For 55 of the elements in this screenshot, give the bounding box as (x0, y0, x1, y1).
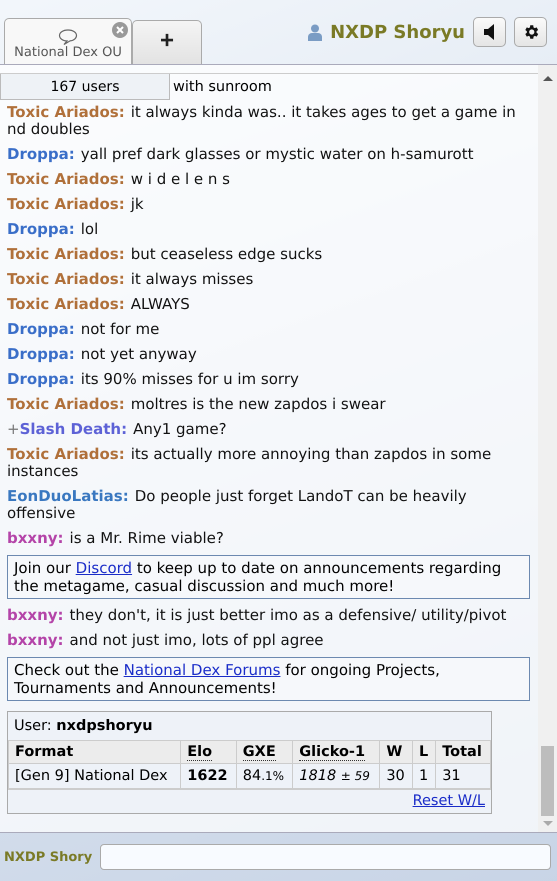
scrollbar-thumb[interactable] (541, 746, 554, 816)
column-header: W (380, 740, 413, 764)
scroll-down-icon[interactable] (542, 820, 552, 828)
chat-message: Toxic Ariados: it always kinda was.. it takes ages to get a game in nd doubles (7, 102, 517, 140)
close-icon[interactable] (112, 22, 128, 38)
column-header: Format (8, 740, 181, 764)
username[interactable]: NXDP Shoryu (330, 22, 465, 42)
message-input[interactable] (100, 844, 551, 870)
link[interactable]: Discord (76, 559, 132, 577)
table-cell: 1 (412, 764, 436, 788)
new-tab-button[interactable]: + (132, 20, 202, 64)
speaker-icon (484, 24, 496, 40)
table-cell: 31 (436, 764, 490, 788)
chat-message: Toxic Ariados: moltres is the new zapdos i swear (7, 394, 387, 415)
chat-message: bxxny: is a Mr. Rime viable? (7, 528, 225, 549)
stats-user: User: nxdpshoryu (13, 717, 154, 736)
table-cell: 30 (380, 764, 413, 788)
scroll-up-icon[interactable] (542, 75, 552, 83)
table-cell: [Gen 9] National Dex (8, 764, 181, 788)
reset-link[interactable]: Reset W/L (412, 793, 485, 809)
chat-message: EonDuoLatias: Do people just forget LandoT can be heavily offensive (7, 486, 468, 524)
room-tab[interactable]: National Dex OU (4, 18, 132, 64)
table-cell: 84.1% (236, 764, 293, 788)
column-header: Total (436, 740, 490, 764)
table-cell: 1622 (180, 764, 236, 788)
column-header: GXE (236, 740, 293, 764)
chat-message: Toxic Ariados: its actually more annoying than zapdos in some instances (7, 444, 492, 482)
room-topic: with sunroom (173, 79, 272, 95)
scrollbar[interactable] (538, 65, 557, 832)
chat-message: Toxic Ariados: ALWAYS (7, 294, 191, 315)
compose-name: NXDP Shory (4, 850, 92, 864)
chat-message: bxxny: they don't, it is just better imo as a defensive/ utility/pivot (7, 605, 508, 626)
chat-message: Toxic Ariados: but ceaseless edge sucks (7, 244, 324, 265)
chat-bubble-icon (58, 29, 78, 45)
announcement: Check out the National Dex Forums for ongoing Projects, Tournaments and Announcements! (7, 657, 530, 701)
user-count-button[interactable]: 167 users (0, 74, 170, 100)
chat-message: bxxny: and not just imo, lots of ppl agree (7, 630, 325, 651)
chat-message: Toxic Ariados: jk (7, 194, 145, 215)
announcement: Join our Discord to keep up to date on announcements regarding the metagame, casual discussion and much more! (7, 555, 530, 599)
sound-button[interactable] (473, 17, 506, 47)
chat-message: Toxic Ariados: it always misses (7, 269, 254, 290)
chat-message: Droppa: not for me (7, 319, 160, 340)
column-header: Elo (180, 740, 236, 764)
settings-button[interactable] (514, 17, 547, 47)
user-icon (308, 24, 322, 40)
table-cell: 1818 ± 59 (292, 764, 380, 788)
chat-message: Droppa: its 90% misses for u im sorry (7, 369, 300, 390)
column-header: Glicko-1 (292, 740, 380, 764)
chat-message: Droppa: lol (7, 219, 100, 240)
chat-message: Droppa: yall pref dark glasses or mystic water on h-samurott (7, 144, 474, 165)
chat-message: Toxic Ariados: w i d e l e n s (7, 169, 231, 190)
column-header: L (412, 740, 436, 764)
chat-message: Droppa: not yet anyway (7, 344, 198, 365)
chat-message: +Slash Death: Any1 game? (7, 419, 228, 440)
link[interactable]: National Dex Forums (124, 661, 280, 679)
